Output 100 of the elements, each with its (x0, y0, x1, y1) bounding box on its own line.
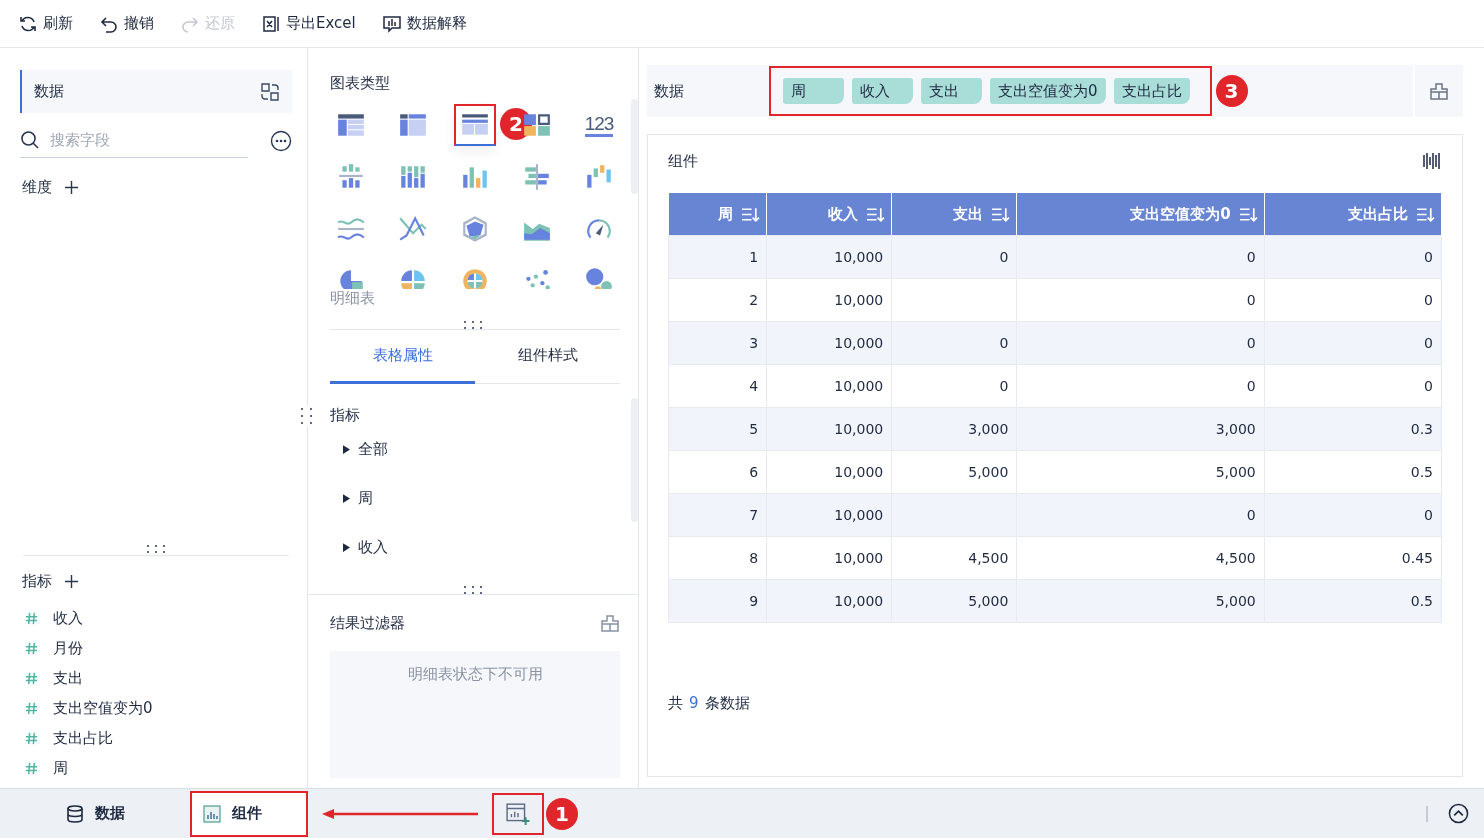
table-cell: 7 (749, 507, 759, 523)
table-cell: 10,000 (834, 378, 884, 394)
scrollbar[interactable] (631, 398, 638, 522)
field-item[interactable]: 周 (53, 759, 68, 778)
table-cell: 10,000 (834, 464, 884, 480)
field-item[interactable]: 支出空值变为0 (53, 699, 153, 718)
sort-icon[interactable] (741, 205, 761, 223)
field-chip[interactable]: 支出占比 (1113, 78, 1190, 104)
sort-icon[interactable] (866, 205, 886, 223)
table-cell: 3,000 (968, 421, 1009, 437)
expand-icon[interactable] (343, 543, 350, 552)
scrollbar[interactable] (631, 99, 638, 194)
search-field[interactable]: 搜索字段 (48, 130, 232, 150)
number-field-icon (24, 641, 39, 656)
radar-chart-icon (460, 214, 490, 244)
column-header[interactable]: 支出空值变为0 (1016, 193, 1265, 236)
table-cell: 0.5 (1410, 464, 1433, 480)
sort-icon[interactable] (1416, 205, 1435, 223)
tab[interactable]: 表格属性 (330, 330, 475, 384)
chart-type-button[interactable]: 123 (578, 104, 620, 146)
field-chip[interactable]: 周 (783, 78, 844, 104)
panel-title: 数据 (34, 82, 64, 101)
add-icon[interactable] (64, 180, 79, 195)
toolbar-button[interactable]: 数据解释 (377, 9, 477, 38)
chart-type-button[interactable] (454, 104, 496, 146)
expand-icon[interactable] (343, 494, 350, 503)
field-item[interactable]: 支出占比 (53, 729, 113, 748)
table-cell: 5,000 (1215, 464, 1256, 480)
field-chip[interactable]: 收入 (852, 78, 913, 104)
row-count-label: 共 (668, 694, 683, 713)
add-chart-icon (506, 801, 530, 826)
chart-comment-icon (381, 13, 402, 34)
add-component-button[interactable] (492, 792, 544, 835)
field-chip[interactable]: 支出空值变为0 (990, 78, 1106, 104)
excel-export-icon (261, 13, 281, 34)
resize-handle[interactable] (23, 545, 289, 556)
number-field-icon (24, 611, 39, 626)
bottom-tab[interactable]: 数据 (0, 789, 190, 838)
sort-icon[interactable] (1238, 205, 1258, 223)
sort-icon[interactable] (991, 205, 1011, 223)
component-title: 组件 (668, 151, 698, 171)
callout-badge: 3 (1215, 75, 1248, 107)
table-cell: 5,000 (968, 593, 1009, 609)
number-field-icon (24, 701, 39, 716)
table-cell: 9 (749, 593, 759, 609)
donut-chart-icon (460, 266, 490, 289)
filter-settings-icon[interactable] (1429, 81, 1449, 101)
resize-handle[interactable] (463, 321, 483, 329)
number-field-icon (24, 671, 39, 686)
toolbar-button[interactable]: 撤销 (95, 9, 164, 38)
table-cell: 0 (1424, 249, 1433, 265)
table-cell: 8 (749, 550, 759, 566)
table-cell: 0 (1246, 249, 1256, 265)
more-icon[interactable] (270, 129, 292, 152)
column-header[interactable]: 收入 (766, 193, 892, 236)
resize-handle[interactable] (463, 586, 483, 594)
toolbar-button[interactable]: 导出Excel (257, 9, 366, 38)
bar-chart-icon (202, 803, 222, 824)
fields-bar-label: 数据 (654, 81, 685, 101)
field-chip[interactable]: 支出 (921, 78, 982, 104)
field-item[interactable]: 月份 (53, 639, 83, 658)
table-cell: 0 (1424, 292, 1433, 308)
property-group[interactable]: 周 (358, 489, 373, 508)
table-cell: 0 (1246, 335, 1256, 351)
toolbar-button[interactable]: 刷新 (14, 9, 83, 38)
add-icon[interactable] (64, 574, 79, 589)
property-group[interactable]: 收入 (358, 538, 388, 557)
column-header[interactable]: 支出 (891, 193, 1017, 236)
table-cell: 3 (749, 335, 759, 351)
barcode-icon[interactable] (1422, 151, 1442, 171)
collapse-icon[interactable] (1448, 803, 1469, 824)
switch-icon[interactable] (260, 81, 280, 102)
section-title: 指标 (22, 572, 52, 591)
tab[interactable]: 组件样式 (475, 330, 620, 384)
table-cell: 0 (999, 378, 1009, 394)
table-cell: 0.3 (1410, 421, 1433, 437)
table-cell: 0 (999, 249, 1009, 265)
disabled-message: 明细表状态下不可用 (407, 665, 543, 685)
database-icon (65, 803, 85, 824)
table-cell: 0 (1246, 378, 1256, 394)
filter-settings-icon[interactable] (600, 613, 620, 633)
table-cell: 10,000 (834, 507, 884, 523)
bottom-tab[interactable]: 组件 (190, 790, 308, 837)
table-cell: 0.45 (1401, 550, 1433, 566)
table-cell: 10,000 (834, 292, 884, 308)
number-field-icon (24, 761, 39, 776)
table-cell: 10,000 (834, 593, 884, 609)
table-cell: 10,000 (834, 249, 884, 265)
table-cell: 0 (1424, 335, 1433, 351)
expand-icon[interactable] (343, 445, 350, 454)
field-item[interactable]: 支出 (53, 669, 83, 688)
table-cell: 5 (749, 421, 759, 437)
table-cell: 6 (749, 464, 759, 480)
table-cell: 0 (1424, 507, 1433, 523)
column-header[interactable]: 支出占比 (1264, 193, 1442, 236)
property-group[interactable]: 全部 (358, 440, 388, 459)
callout-badge: 1 (546, 797, 578, 830)
column-header[interactable]: 周 (668, 193, 767, 236)
field-item[interactable]: 收入 (53, 609, 83, 628)
table-cell: 5,000 (968, 464, 1009, 480)
